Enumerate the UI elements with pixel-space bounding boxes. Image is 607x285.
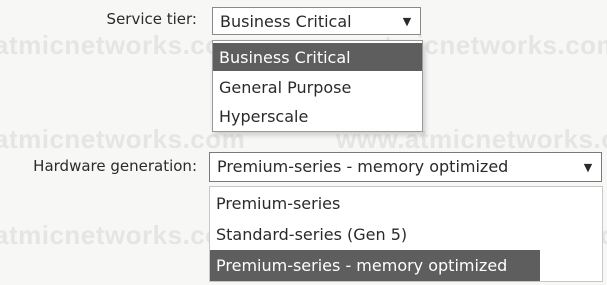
hardware-generation-label: Hardware generation:	[33, 157, 197, 175]
service-tier-dropdown: Business Critical General Purpose Hypers…	[212, 40, 423, 132]
hardware-generation-dropdown: Premium-series Standard-series (Gen 5) P…	[209, 186, 603, 282]
chevron-down-icon[interactable]: ▼	[575, 153, 601, 181]
service-tier-select[interactable]: Business Critical ▼	[212, 7, 421, 35]
hardware-generation-value: Premium-series - memory optimized	[217, 157, 509, 176]
hardware-generation-select[interactable]: Premium-series - memory optimized ▼	[209, 152, 602, 182]
watermark-text: atmicnetworks.com	[0, 124, 246, 154]
service-tier-label: Service tier:	[106, 10, 197, 28]
service-tier-option-general-purpose[interactable]: General Purpose	[213, 73, 422, 101]
hardware-option-standard-series-gen5[interactable]: Standard-series (Gen 5)	[210, 220, 602, 248]
hardware-option-premium-series[interactable]: Premium-series	[210, 189, 602, 217]
chevron-down-icon[interactable]: ▼	[394, 8, 420, 34]
service-tier-option-business-critical[interactable]: Business Critical	[213, 43, 422, 71]
hardware-option-premium-series-memory-optimized[interactable]: Premium-series - memory optimized	[210, 250, 540, 281]
service-tier-value: Business Critical	[220, 12, 352, 31]
service-tier-option-hyperscale[interactable]: Hyperscale	[213, 102, 422, 130]
watermark-text: atmicnetworks.com	[0, 30, 246, 60]
